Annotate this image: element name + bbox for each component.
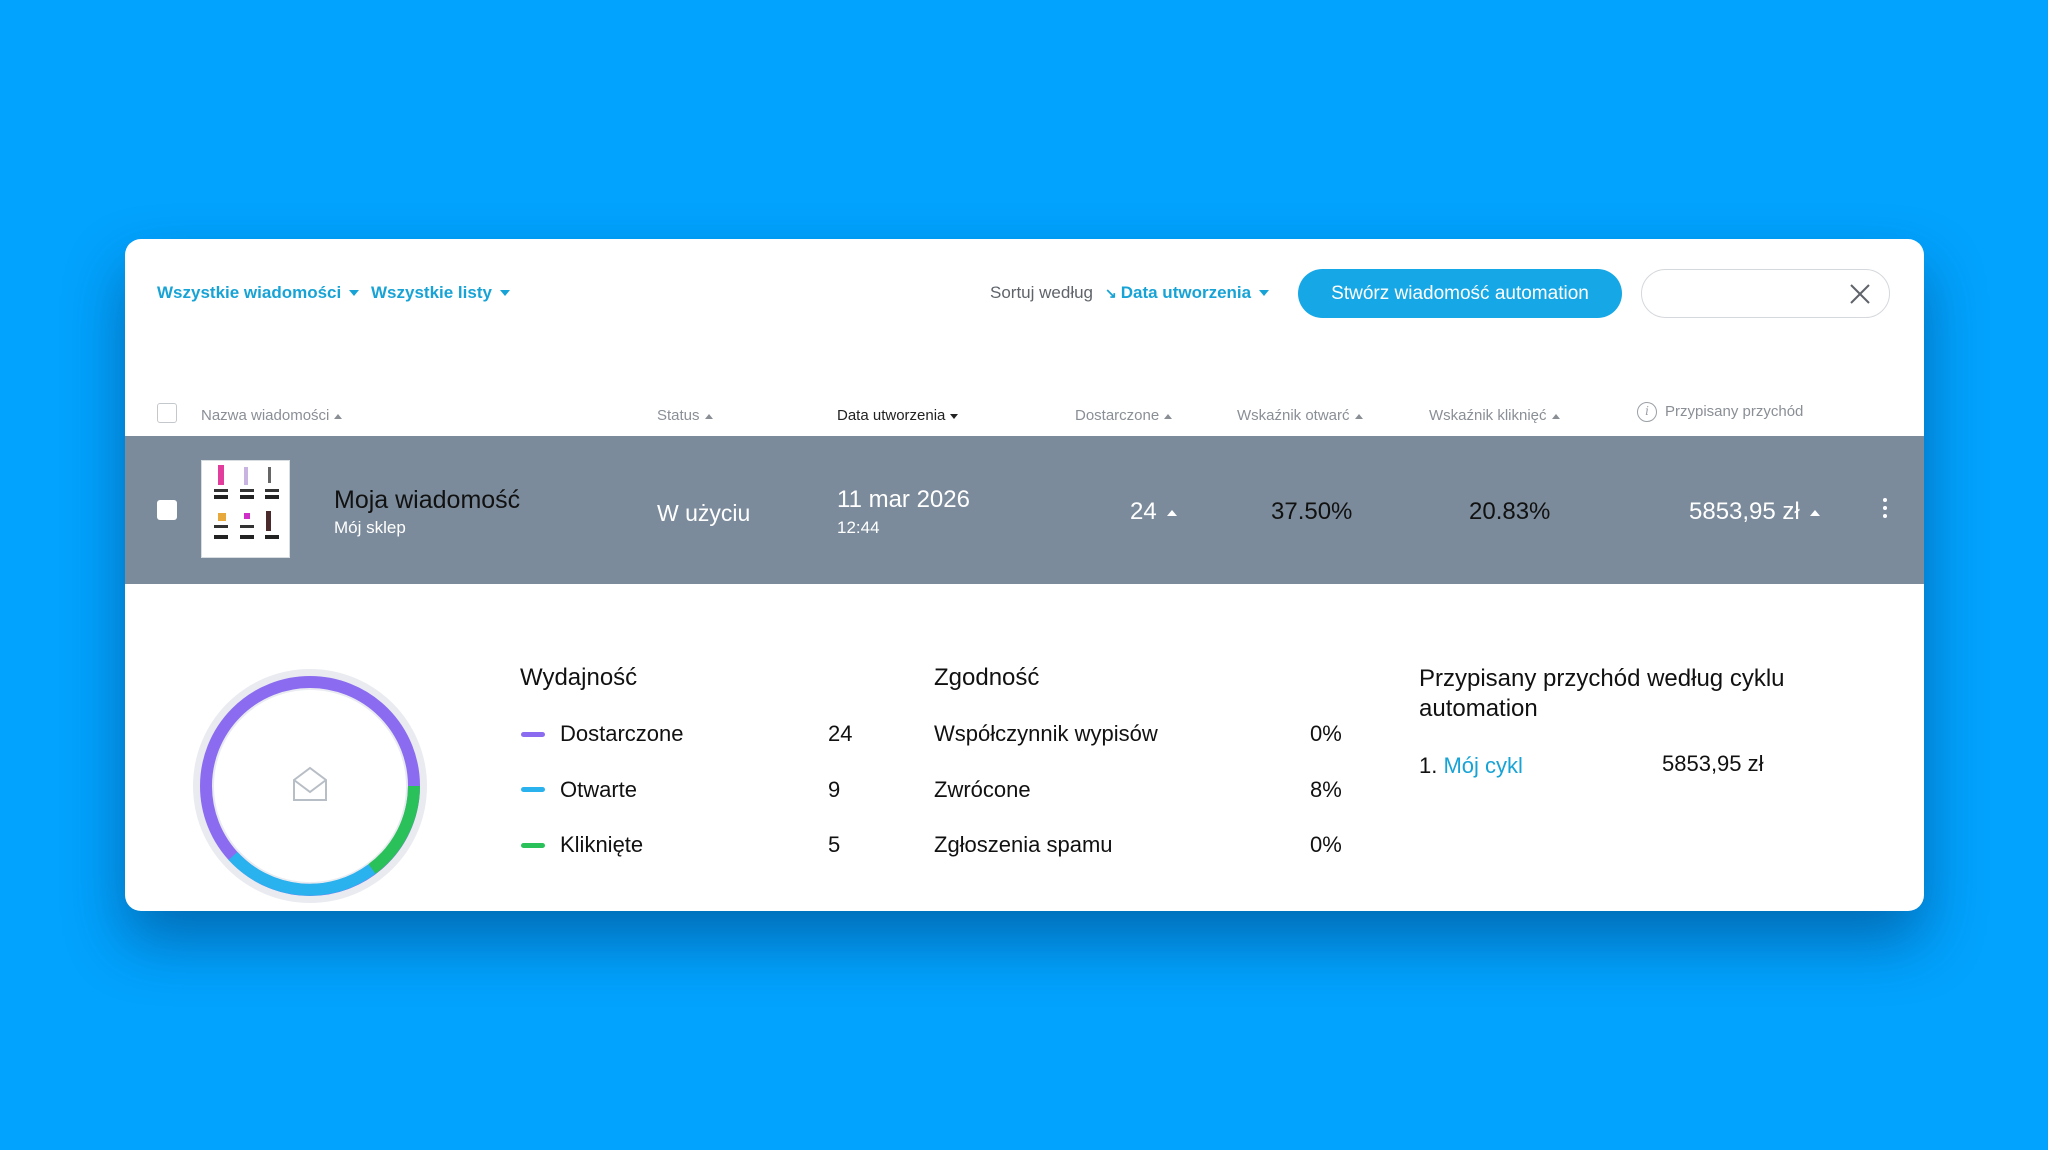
column-header-status-label: Status xyxy=(657,407,700,424)
search-input[interactable] xyxy=(1660,280,1830,308)
created-date: 11 mar 2026 xyxy=(837,486,970,513)
expand-up-icon xyxy=(1809,509,1820,516)
column-header-delivered-label: Dostarczone xyxy=(1075,407,1160,424)
sort-asc-icon xyxy=(1551,413,1560,419)
row-checkbox[interactable] xyxy=(157,500,177,520)
performance-value-delivered: 24 xyxy=(828,721,853,746)
column-header-created[interactable]: Data utworzenia xyxy=(837,407,959,424)
column-header-revenue-label: Przypisany przychód xyxy=(1665,402,1804,420)
table-header: Nazwa wiadomości Status Data utworzenia … xyxy=(125,399,1924,435)
sort-asc-icon xyxy=(1354,413,1363,419)
sort-asc-icon xyxy=(704,413,713,419)
expand-up-icon xyxy=(1166,509,1177,516)
performance-label-opened: Otwarte xyxy=(560,777,638,802)
performance-value-opened: 9 xyxy=(828,777,841,802)
more-options-icon[interactable] xyxy=(1882,498,1888,520)
message-preview-image xyxy=(214,465,279,539)
sort-desc-icon xyxy=(950,413,959,419)
legend-clicked-swatch xyxy=(521,843,545,848)
filter-lists-dropdown[interactable]: Wszystkie listy xyxy=(371,283,510,303)
legend-delivered-swatch xyxy=(521,732,545,737)
column-header-delivered[interactable]: Dostarczone xyxy=(1075,407,1173,424)
revenue-cell[interactable]: 5853,95 zł xyxy=(1689,498,1820,526)
filter-messages-dropdown[interactable]: Wszystkie wiadomości xyxy=(157,283,360,303)
store-name: Mój sklep xyxy=(334,518,406,537)
column-header-open-rate[interactable]: Wskaźnik otwarć xyxy=(1237,407,1363,424)
info-icon[interactable]: i xyxy=(1637,402,1657,422)
column-header-open-rate-label: Wskaźnik otwarć xyxy=(1237,407,1350,424)
compliance-value-bounced: 8% xyxy=(1310,777,1342,802)
revenue-cycle-index: 1. xyxy=(1419,753,1438,778)
chevron-down-icon xyxy=(349,290,360,296)
sort-asc-icon xyxy=(334,413,343,419)
status-text: W użyciu xyxy=(657,500,751,526)
column-header-created-label: Data utworzenia xyxy=(837,407,946,424)
toolbar: Wszystkie wiadomości Wszystkie listy Sor… xyxy=(125,239,1924,349)
sort-direction-icon: ↘ xyxy=(1105,284,1117,301)
revenue-cycle-item: 1. Mój cykl xyxy=(1419,753,1523,779)
message-thumbnail[interactable] xyxy=(201,460,290,558)
chevron-down-icon xyxy=(499,290,510,296)
click-rate-value: 20.83% xyxy=(1469,498,1551,525)
revenue-cycle-value: 5853,95 zł xyxy=(1662,751,1764,776)
revenue-cycle-link[interactable]: Mój cykl xyxy=(1443,753,1522,778)
delivered-value: 24 xyxy=(1130,498,1157,525)
performance-label-clicked: Kliknięte xyxy=(560,832,644,857)
column-header-revenue: i Przypisany przychód xyxy=(1637,402,1803,422)
created-time: 12:44 xyxy=(837,518,880,537)
compliance-value-unsubscribe: 0% xyxy=(1310,721,1342,746)
revenue-cycle-title: Przypisany przychód według cyklu automat… xyxy=(1419,665,1785,722)
message-name[interactable]: Moja wiadomość xyxy=(334,486,520,515)
compliance-label-unsubscribe: Współczynnik wypisów xyxy=(934,721,1158,746)
legend-opened-swatch xyxy=(521,787,545,792)
compliance-label-bounced: Zwrócone xyxy=(934,777,1031,802)
close-icon[interactable] xyxy=(1849,283,1871,305)
performance-value-clicked: 5 xyxy=(828,832,841,857)
sort-label: Sortuj według xyxy=(990,283,1094,302)
column-header-click-rate-label: Wskaźnik kliknięć xyxy=(1429,407,1547,424)
search-box xyxy=(1641,269,1890,318)
open-rate-value: 37.50% xyxy=(1271,498,1353,525)
sort-dropdown[interactable]: ↘ Data utworzenia xyxy=(1105,283,1270,303)
table-row[interactable]: Moja wiadomość Mój sklep W użyciu 11 mar… xyxy=(125,436,1924,584)
compliance-value-spam: 0% xyxy=(1310,832,1342,857)
performance-donut xyxy=(193,669,427,903)
performance-label-delivered: Dostarczone xyxy=(560,721,684,746)
performance-title: Wydajność xyxy=(520,664,638,691)
column-header-click-rate[interactable]: Wskaźnik kliknięć xyxy=(1429,407,1560,424)
compliance-title: Zgodność xyxy=(934,664,1040,691)
filter-lists-label: Wszystkie listy xyxy=(371,283,492,302)
column-header-name-label: Nazwa wiadomości xyxy=(201,407,330,424)
create-automation-message-button[interactable]: Stwórz wiadomość automation xyxy=(1298,269,1622,318)
column-header-name[interactable]: Nazwa wiadomości xyxy=(201,407,343,424)
column-header-status[interactable]: Status xyxy=(657,407,713,424)
sort-value: Data utworzenia xyxy=(1120,283,1252,302)
filter-messages-label: Wszystkie wiadomości xyxy=(157,283,342,302)
compliance-label-spam: Zgłoszenia spamu xyxy=(934,832,1113,857)
sort-asc-icon xyxy=(1164,413,1173,419)
revenue-value: 5853,95 zł xyxy=(1689,498,1800,525)
messages-panel: Wszystkie wiadomości Wszystkie listy Sor… xyxy=(125,239,1924,911)
delivered-cell[interactable]: 24 xyxy=(1130,498,1177,526)
chevron-down-icon xyxy=(1259,290,1270,296)
